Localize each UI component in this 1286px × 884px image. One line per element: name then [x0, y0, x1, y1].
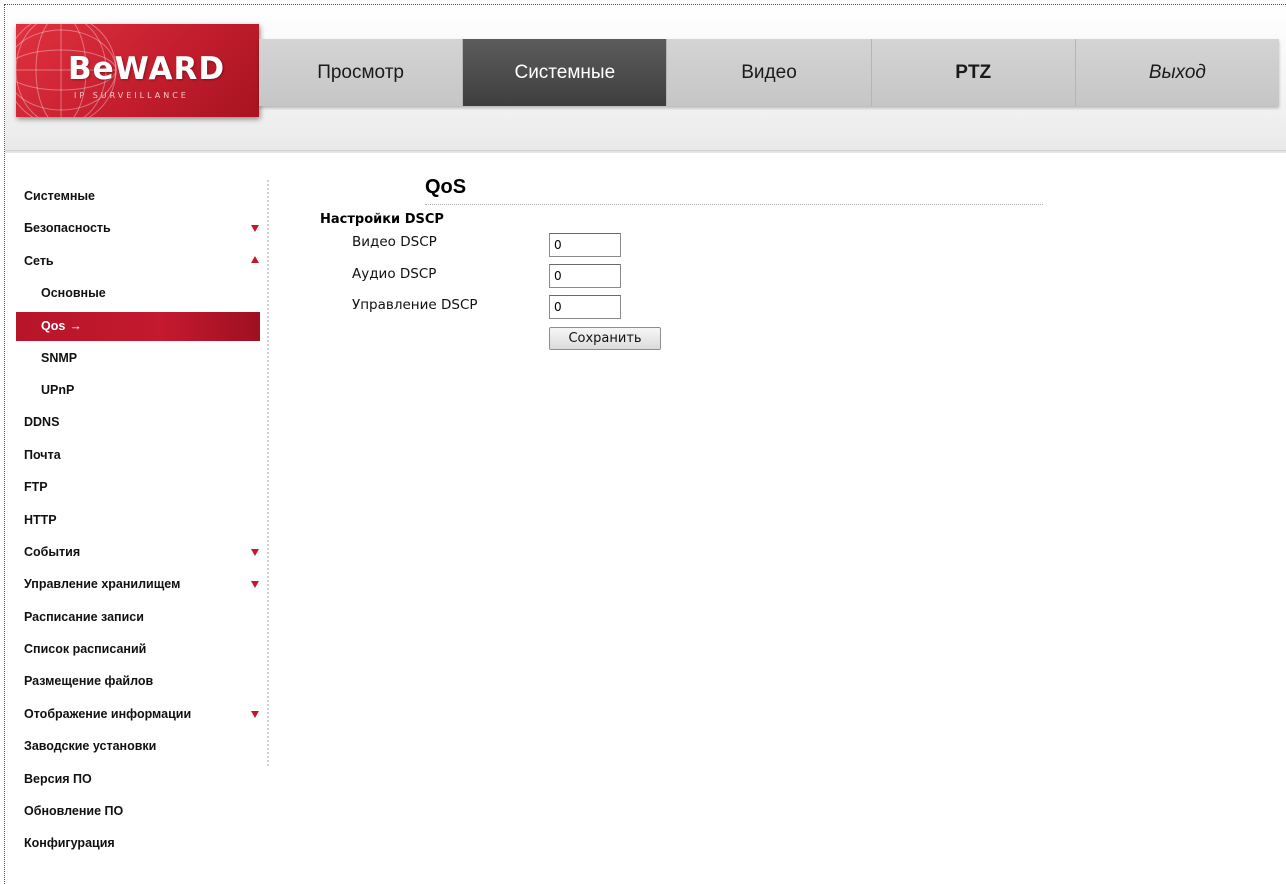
logo-subtext: IP SURVEILLANCE	[74, 91, 189, 100]
sidebar-item-ftp[interactable]: FTP	[9, 471, 271, 503]
sidebar-item-label: UPnP	[41, 382, 75, 397]
nav-ptz[interactable]: PTZ	[871, 39, 1076, 106]
sidebar-item-label: SNMP	[41, 350, 78, 365]
sidebar-item-file-location[interactable]: Размещение файлов	[9, 665, 271, 697]
sidebar-item-upnp[interactable]: UPnP	[9, 374, 271, 406]
sidebar-item-configuration[interactable]: Конфигурация	[9, 827, 271, 859]
sidebar-item-label: Основные	[41, 286, 106, 301]
sidebar-item-label: События	[24, 544, 81, 559]
audio-dscp-label: Аудио DSCP	[352, 266, 437, 282]
nav-logout[interactable]: Выход	[1075, 39, 1280, 106]
sidebar-item-snmp[interactable]: SNMP	[9, 342, 271, 374]
control-dscp-label: Управление DSCP	[352, 297, 478, 313]
caret-down-icon	[251, 710, 259, 718]
caret-down-icon	[251, 548, 259, 556]
nav-view[interactable]: Просмотр	[259, 39, 464, 106]
top-nav: Просмотр Системные Видео PTZ Выход	[259, 39, 1280, 106]
sidebar-item-label: Отображение информации	[24, 706, 192, 721]
nav-video[interactable]: Видео	[667, 39, 872, 106]
sidebar-item-security[interactable]: Безопасность	[9, 212, 271, 244]
sidebar-item-label: Список расписаний	[24, 642, 147, 657]
sidebar-item-basic[interactable]: Основные	[9, 277, 271, 309]
save-button[interactable]: Сохранить	[549, 327, 661, 350]
sidebar-item-events[interactable]: События	[9, 536, 271, 568]
sidebar-item-label: DDNS	[24, 415, 60, 430]
sidebar-item-network[interactable]: Сеть	[9, 245, 271, 277]
sidebar-item-ddns[interactable]: DDNS	[9, 406, 271, 438]
sidebar: Системные Безопасность Сеть Основные Qos…	[9, 180, 271, 860]
caret-down-icon	[251, 225, 259, 233]
caret-down-icon	[251, 581, 259, 589]
sidebar-item-label: Размещение файлов	[24, 674, 154, 689]
right-arrow-icon: →	[69, 318, 82, 333]
title-divider	[425, 204, 1043, 205]
sidebar-item-http[interactable]: HTTP	[9, 504, 271, 536]
sidebar-item-schedule-list[interactable]: Список расписаний	[9, 633, 271, 665]
sidebar-item-label: Безопасность	[24, 221, 111, 236]
sidebar-item-label: Почта	[24, 447, 61, 462]
sidebar-item-label: Конфигурация	[24, 836, 115, 851]
sidebar-item-label: Системные	[24, 189, 95, 203]
video-dscp-label: Видео DSCP	[352, 234, 437, 250]
sidebar-item-record-schedule[interactable]: Расписание записи	[9, 601, 271, 633]
sidebar-item-system[interactable]: Системные	[9, 180, 271, 212]
sidebar-item-label: Сеть	[24, 253, 54, 268]
sidebar-item-firmware-version[interactable]: Версия ПО	[9, 763, 271, 795]
sidebar-item-storage[interactable]: Управление хранилищем	[9, 568, 271, 600]
caret-up-icon	[251, 255, 259, 263]
sidebar-item-label: Управление хранилищем	[24, 577, 181, 592]
sidebar-item-label: FTP	[24, 480, 48, 495]
sidebar-item-firmware-update[interactable]: Обновление ПО	[9, 795, 271, 827]
beward-logo: BeWARD IP SURVEILLANCE	[16, 24, 259, 117]
sidebar-item-label: Расписание записи	[24, 609, 144, 624]
header-divider	[5, 150, 1286, 152]
sidebar-item-label: Обновление ПО	[24, 804, 124, 819]
video-dscp-input[interactable]	[549, 233, 621, 257]
audio-dscp-input[interactable]	[549, 264, 621, 288]
logo-text: BeWARD	[68, 51, 226, 87]
sidebar-item-label: HTTP	[24, 512, 57, 527]
page-title: QoS	[425, 176, 467, 198]
sidebar-item-label: Заводские установки	[24, 739, 157, 754]
section-title: Настройки DSCP	[320, 212, 444, 227]
sidebar-item-label: Qos	[41, 318, 66, 333]
control-dscp-input[interactable]	[549, 295, 621, 319]
sidebar-item-info-display[interactable]: Отображение информации	[9, 698, 271, 730]
sidebar-item-factory-defaults[interactable]: Заводские установки	[9, 730, 271, 762]
sidebar-item-qos[interactable]: Qos →	[16, 311, 260, 341]
sidebar-item-mail[interactable]: Почта	[9, 439, 271, 471]
nav-system[interactable]: Системные	[463, 39, 668, 106]
sidebar-item-label: Версия ПО	[24, 771, 92, 786]
